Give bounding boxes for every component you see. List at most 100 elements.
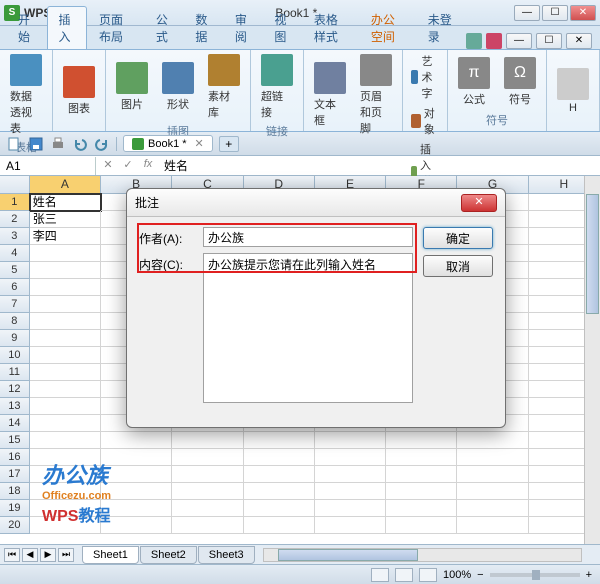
row-header-7[interactable]: 7 [0, 296, 30, 313]
ribbon-H-button[interactable]: H [553, 66, 593, 116]
content-textarea[interactable]: 办公族提示您请在此列输入姓名 [203, 253, 413, 403]
add-tab-button[interactable]: + [219, 136, 239, 152]
cell-B15[interactable] [101, 432, 172, 449]
redo-icon[interactable] [94, 136, 110, 152]
select-all-corner[interactable] [0, 176, 30, 193]
new-icon[interactable] [6, 136, 22, 152]
row-header-18[interactable]: 18 [0, 483, 30, 500]
tab-未登录[interactable]: 未登录 [418, 7, 464, 49]
row-header-1[interactable]: 1 [0, 194, 30, 211]
cell-G20[interactable] [457, 517, 528, 534]
cell-E18[interactable] [315, 483, 386, 500]
cell-D15[interactable] [244, 432, 315, 449]
confirm-edit-icon[interactable]: ✓ [120, 158, 136, 174]
row-header-4[interactable]: 4 [0, 245, 30, 262]
zoom-level[interactable]: 100% [443, 569, 471, 581]
cell-E20[interactable] [315, 517, 386, 534]
cell-B19[interactable] [101, 500, 172, 517]
view-normal-button[interactable] [371, 568, 389, 582]
cancel-button[interactable]: 取消 [423, 255, 493, 277]
maximize-button[interactable]: ☐ [542, 5, 568, 21]
zoom-in-button[interactable]: + [586, 569, 592, 581]
cell-B18[interactable] [101, 483, 172, 500]
ribbon-图片-button[interactable]: 图片 [112, 60, 152, 114]
tab-数据[interactable]: 数据 [185, 7, 222, 49]
zoom-out-button[interactable]: − [477, 569, 483, 581]
row-header-15[interactable]: 15 [0, 432, 30, 449]
cell-G17[interactable] [457, 466, 528, 483]
cell-A1[interactable]: 姓名 [30, 194, 101, 211]
cell-C18[interactable] [172, 483, 243, 500]
cell-A10[interactable] [30, 347, 101, 364]
ok-button[interactable]: 确定 [423, 227, 493, 249]
cell-D20[interactable] [244, 517, 315, 534]
cell-A15[interactable] [30, 432, 101, 449]
fx-icon[interactable]: fx [140, 158, 156, 174]
document-tab-close-icon[interactable]: ✕ [195, 137, 204, 150]
row-header-14[interactable]: 14 [0, 415, 30, 432]
cell-A6[interactable] [30, 279, 101, 296]
tab-插入[interactable]: 插入 [47, 6, 86, 49]
cell-G19[interactable] [457, 500, 528, 517]
tab-视图[interactable]: 视图 [264, 7, 301, 49]
sheet-first-button[interactable]: ⏮ [4, 548, 20, 562]
minimize-button[interactable]: — [514, 5, 540, 21]
sheet-tab-Sheet2[interactable]: Sheet2 [140, 546, 197, 564]
cell-A11[interactable] [30, 364, 101, 381]
cell-C19[interactable] [172, 500, 243, 517]
document-tab[interactable]: Book1 * ✕ [123, 135, 213, 152]
ribbon-close-button[interactable]: ✕ [566, 33, 592, 49]
ribbon-minimize-button[interactable]: — [506, 33, 532, 49]
cell-D19[interactable] [244, 500, 315, 517]
cell-A14[interactable] [30, 415, 101, 432]
cell-A13[interactable] [30, 398, 101, 415]
cell-A9[interactable] [30, 330, 101, 347]
cell-E17[interactable] [315, 466, 386, 483]
cell-C15[interactable] [172, 432, 243, 449]
cell-A3[interactable]: 李四 [30, 228, 101, 245]
row-header-5[interactable]: 5 [0, 262, 30, 279]
zoom-slider[interactable] [490, 573, 580, 577]
cell-A17[interactable] [30, 466, 101, 483]
cell-D18[interactable] [244, 483, 315, 500]
sheet-next-button[interactable]: ▶ [40, 548, 56, 562]
cell-E19[interactable] [315, 500, 386, 517]
ribbon-restore-button[interactable]: ☐ [536, 33, 562, 49]
cell-A20[interactable] [30, 517, 101, 534]
ribbon-对象-button[interactable]: 对象 [409, 104, 441, 138]
tab-表格样式[interactable]: 表格样式 [304, 7, 359, 49]
view-layout-button[interactable] [395, 568, 413, 582]
cell-A16[interactable] [30, 449, 101, 466]
ribbon-图表-button[interactable]: 图表 [59, 64, 99, 118]
help-icon[interactable] [486, 33, 502, 49]
skin-icon[interactable] [466, 33, 482, 49]
cell-F17[interactable] [386, 466, 457, 483]
cell-A5[interactable] [30, 262, 101, 279]
vertical-scroll-thumb[interactable] [586, 194, 599, 314]
ribbon-形状-button[interactable]: 形状 [158, 60, 198, 114]
sheet-tab-Sheet3[interactable]: Sheet3 [198, 546, 255, 564]
cell-A18[interactable] [30, 483, 101, 500]
save-icon[interactable] [28, 136, 44, 152]
horizontal-scroll-thumb[interactable] [278, 549, 418, 561]
horizontal-scrollbar[interactable] [263, 548, 582, 562]
row-header-13[interactable]: 13 [0, 398, 30, 415]
cell-G16[interactable] [457, 449, 528, 466]
row-header-19[interactable]: 19 [0, 500, 30, 517]
tab-公式[interactable]: 公式 [146, 7, 183, 49]
row-header-9[interactable]: 9 [0, 330, 30, 347]
ribbon-数据透视表-button[interactable]: 数据透视表 [6, 52, 46, 138]
name-box[interactable]: A1 [0, 157, 96, 175]
cancel-edit-icon[interactable]: ✕ [100, 158, 116, 174]
tab-审阅[interactable]: 审阅 [225, 7, 262, 49]
cell-F19[interactable] [386, 500, 457, 517]
ribbon-符号-button[interactable]: Ω符号 [500, 55, 540, 109]
cell-C20[interactable] [172, 517, 243, 534]
cell-A4[interactable] [30, 245, 101, 262]
row-header-10[interactable]: 10 [0, 347, 30, 364]
row-header-6[interactable]: 6 [0, 279, 30, 296]
cell-A8[interactable] [30, 313, 101, 330]
ribbon-素材库-button[interactable]: 素材库 [204, 52, 244, 122]
ribbon-超链接-button[interactable]: 超链接 [257, 52, 297, 122]
sheet-last-button[interactable]: ⏭ [58, 548, 74, 562]
